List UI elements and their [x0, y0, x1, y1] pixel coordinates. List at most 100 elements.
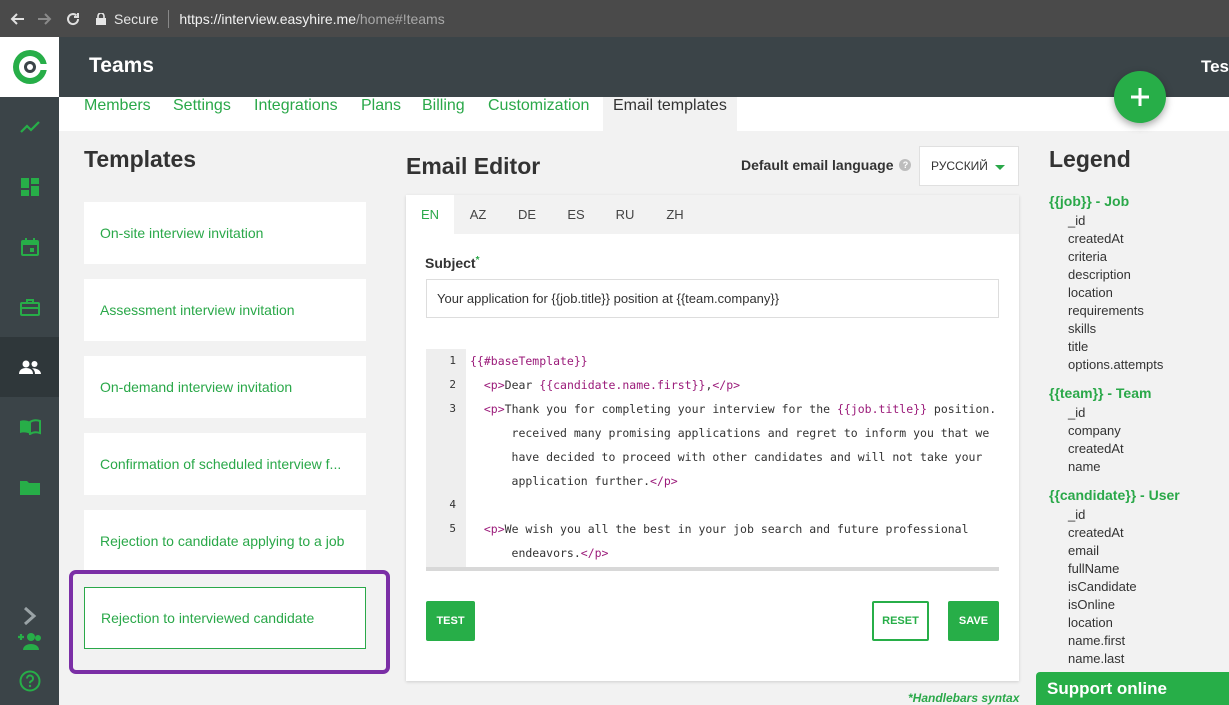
- legend-field[interactable]: createdAt: [1068, 441, 1124, 456]
- legend-field[interactable]: skills: [1068, 321, 1096, 336]
- nav-files[interactable]: [0, 457, 59, 517]
- template-item[interactable]: Rejection to candidate applying to a job: [84, 510, 366, 572]
- line-number: 2: [449, 378, 456, 391]
- lang-tab-de[interactable]: DE: [503, 195, 551, 234]
- user-name[interactable]: Tes: [1201, 57, 1229, 77]
- legend-field[interactable]: _id: [1068, 213, 1085, 228]
- legend-field[interactable]: location: [1068, 285, 1113, 300]
- code-line: <p>We wish you all the best in your job …: [483, 522, 969, 536]
- legend-field[interactable]: name.last: [1068, 651, 1124, 666]
- legend-field[interactable]: _id: [1068, 507, 1085, 522]
- tab-billing[interactable]: Billing: [422, 97, 465, 131]
- lang-tab-es[interactable]: ES: [552, 195, 600, 234]
- legend-field[interactable]: company: [1068, 423, 1121, 438]
- template-item-label: Assessment interview invitation: [100, 302, 295, 318]
- legend-group-title[interactable]: {{team}} - Team: [1049, 385, 1151, 401]
- legend-group-title[interactable]: {{candidate}} - User: [1049, 487, 1180, 503]
- line-number: 4: [449, 498, 456, 511]
- default-language-label: Default email language ?: [741, 157, 912, 173]
- template-item[interactable]: On-site interview invitation: [84, 202, 366, 264]
- nav-add-user[interactable]: [0, 629, 59, 653]
- nav-analytics[interactable]: [0, 97, 59, 157]
- back-icon[interactable]: [6, 8, 28, 30]
- legend-field[interactable]: name.first: [1068, 633, 1125, 648]
- tab-integrations[interactable]: Integrations: [254, 97, 338, 131]
- required-mark: *: [475, 255, 480, 266]
- language-select[interactable]: РУССКИЙ: [919, 146, 1019, 186]
- template-item[interactable]: Assessment interview invitation: [84, 279, 366, 341]
- trending-up-icon: [19, 121, 40, 133]
- legend-field[interactable]: email: [1068, 543, 1099, 558]
- tab-email-templates[interactable]: Email templates: [603, 97, 737, 131]
- briefcase-icon: [19, 299, 40, 316]
- nav-jobs[interactable]: [0, 277, 59, 337]
- template-item[interactable]: Confirmation of scheduled interview f...: [84, 433, 366, 495]
- template-item[interactable]: On-demand interview invitation: [84, 356, 366, 418]
- save-button[interactable]: SAVE: [948, 601, 999, 641]
- nav-calendar[interactable]: [0, 217, 59, 277]
- subject-input[interactable]: Your application for {{job.title}} posit…: [426, 279, 999, 318]
- tab-customization[interactable]: Customization: [488, 97, 589, 131]
- browser-toolbar: Secure https://interview.easyhire.me/hom…: [0, 0, 1229, 37]
- code-line: <p>Thank you for completing your intervi…: [483, 402, 997, 416]
- line-number: 1: [449, 354, 456, 367]
- lang-tab-zh[interactable]: ZH: [651, 195, 699, 234]
- legend-group-title[interactable]: {{job}} - Job: [1049, 193, 1129, 209]
- selection-highlight: [69, 570, 390, 674]
- email-editor-card: EN AZ DE ES RU ZH Subject* Your applicat…: [406, 195, 1019, 681]
- caret-down-icon: [995, 165, 1005, 170]
- horizontal-scrollbar[interactable]: [426, 567, 999, 571]
- tab-members[interactable]: Members: [84, 97, 151, 131]
- legend-field[interactable]: requirements: [1068, 303, 1144, 318]
- nav-expand[interactable]: [0, 601, 59, 631]
- secure-label: Secure: [114, 10, 159, 27]
- legend-field[interactable]: isCandidate: [1068, 579, 1137, 594]
- team-tabs: Members Settings Integrations Plans Bill…: [59, 97, 1229, 131]
- subject-label-text: Subject: [425, 255, 476, 271]
- app-header: Teams Tes: [59, 37, 1229, 97]
- address-separator: [168, 9, 170, 28]
- language-tabs: EN AZ DE ES RU ZH: [406, 195, 1019, 234]
- help-icon[interactable]: ?: [899, 159, 912, 171]
- code-line: have decided to proceed with other candi…: [470, 450, 983, 464]
- nav-dashboard[interactable]: [0, 157, 59, 217]
- nav-teams[interactable]: [0, 337, 59, 397]
- test-button[interactable]: TEST: [426, 601, 475, 641]
- nav-library[interactable]: [0, 397, 59, 457]
- line-number: 5: [449, 522, 456, 535]
- legend-field[interactable]: createdAt: [1068, 231, 1124, 246]
- code-editor[interactable]: 1 {{#baseTemplate}} 2 <p>Dear {{candidate.…: [426, 349, 999, 571]
- legend-field[interactable]: location: [1068, 615, 1113, 630]
- tab-settings[interactable]: Settings: [173, 97, 231, 131]
- plus-icon: [1131, 88, 1149, 106]
- app-logo[interactable]: [0, 37, 59, 97]
- legend-field[interactable]: _id: [1068, 405, 1085, 420]
- support-chat-button[interactable]: Support online: [1036, 672, 1229, 705]
- lang-tab-en[interactable]: EN: [406, 195, 454, 234]
- lang-tab-az[interactable]: AZ: [454, 195, 502, 234]
- reload-icon[interactable]: [62, 8, 84, 30]
- nav-help[interactable]: [0, 666, 59, 696]
- legend-field[interactable]: title: [1068, 339, 1088, 354]
- legend-field[interactable]: options.attempts: [1068, 357, 1163, 372]
- tab-plans[interactable]: Plans: [361, 97, 401, 131]
- forward-icon[interactable]: [34, 8, 56, 30]
- lang-tab-ru[interactable]: RU: [601, 195, 649, 234]
- handlebars-syntax-note[interactable]: *Handlebars syntax: [908, 691, 1019, 705]
- legend-field[interactable]: description: [1068, 267, 1131, 282]
- legend-field[interactable]: createdAt: [1068, 525, 1124, 540]
- add-fab-button[interactable]: [1114, 71, 1166, 123]
- code-line: application further.</p>: [470, 474, 678, 488]
- editor-title: Email Editor: [406, 153, 541, 179]
- reset-button[interactable]: RESET: [872, 601, 929, 641]
- default-language-text: Default email language: [741, 157, 894, 173]
- template-item-label: On-demand interview invitation: [100, 379, 293, 395]
- address-bar[interactable]: Secure https://interview.easyhire.me/hom…: [96, 9, 445, 28]
- legend-field[interactable]: criteria: [1068, 249, 1107, 264]
- legend-field[interactable]: isOnline: [1068, 597, 1115, 612]
- dashboard-icon: [20, 178, 39, 196]
- help-circle-icon: [19, 670, 40, 692]
- legend-field[interactable]: name: [1068, 459, 1101, 474]
- legend-field[interactable]: fullName: [1068, 561, 1119, 576]
- language-select-value: РУССКИЙ: [931, 159, 988, 173]
